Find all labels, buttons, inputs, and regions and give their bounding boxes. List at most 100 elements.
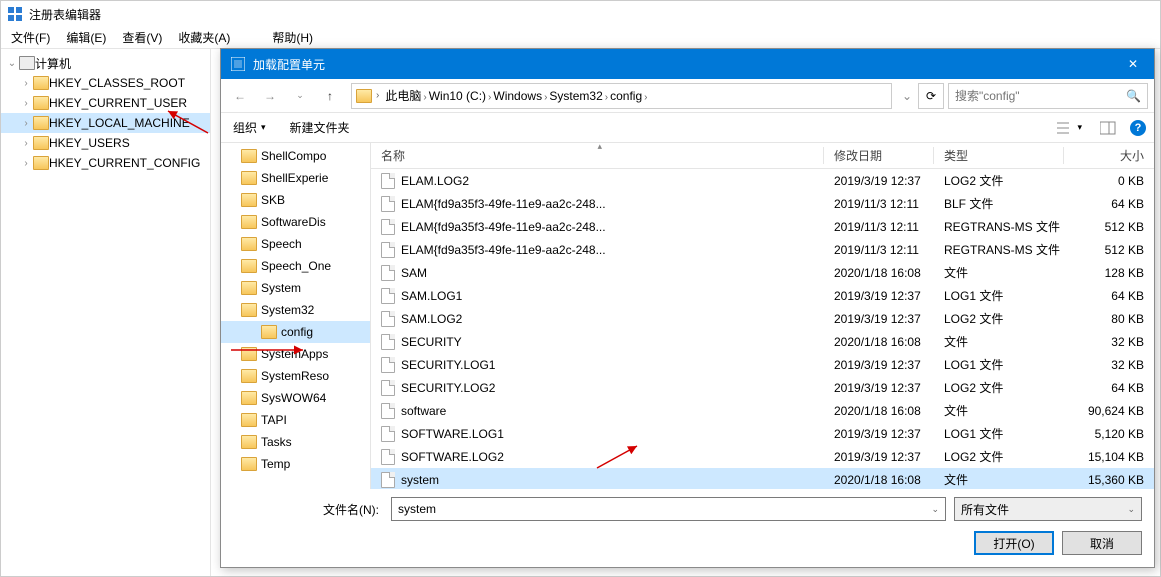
folder-tree-item[interactable]: TAPI xyxy=(221,409,370,431)
refresh-icon: ⟳ xyxy=(926,89,936,103)
refresh-button[interactable]: ⟳ xyxy=(918,83,944,109)
list-body[interactable]: ELAM.LOG2 2019/3/19 12:37 LOG2 文件 0 KB E… xyxy=(371,169,1154,489)
tree-hive[interactable]: ›HKEY_USERS xyxy=(1,133,210,153)
list-header[interactable]: 名称▴ 修改日期 类型 大小 xyxy=(371,143,1154,169)
breadcrumb-item[interactable]: 此电脑 xyxy=(383,89,423,103)
file-date: 2019/11/3 12:11 xyxy=(824,243,934,257)
file-row[interactable]: SECURITY.LOG1 2019/3/19 12:37 LOG1 文件 32… xyxy=(371,353,1154,376)
file-row[interactable]: SECURITY 2020/1/18 16:08 文件 32 KB xyxy=(371,330,1154,353)
nav-back-button[interactable]: ← xyxy=(227,83,253,109)
col-name[interactable]: 名称▴ xyxy=(371,143,824,168)
nav-forward-button[interactable]: → xyxy=(257,83,283,109)
file-size: 512 KB xyxy=(1064,243,1154,257)
folder-tree-item[interactable]: Temp xyxy=(221,453,370,475)
file-date: 2020/1/18 16:08 xyxy=(824,335,934,349)
search-box[interactable]: 🔍 xyxy=(948,83,1148,109)
file-size: 15,104 KB xyxy=(1064,450,1154,464)
tree-hive[interactable]: ›HKEY_CURRENT_CONFIG xyxy=(1,153,210,173)
view-icon xyxy=(1057,121,1073,135)
breadcrumb-item[interactable]: Windows xyxy=(491,89,544,103)
tree-hive[interactable]: ›HKEY_CURRENT_USER xyxy=(1,93,210,113)
chevron-right-icon: › xyxy=(19,158,33,169)
file-type: LOG2 文件 xyxy=(934,310,1064,327)
filetype-select[interactable]: 所有文件 ⌄ xyxy=(954,497,1142,521)
folder-tree-item[interactable]: ShellCompo xyxy=(221,145,370,167)
filename-input[interactable]: system ⌄ xyxy=(391,497,946,521)
file-name: SECURITY.LOG1 xyxy=(401,358,495,372)
folder-tree-item[interactable]: SystemReso xyxy=(221,365,370,387)
arrow-up-icon: ↑ xyxy=(327,89,333,103)
preview-pane-button[interactable] xyxy=(1096,119,1120,137)
file-row[interactable]: ELAM{fd9a35f3-49fe-11e9-aa2c-248... 2019… xyxy=(371,215,1154,238)
file-open-dialog: 加载配置单元 ✕ ← → ⌄ ↑ › 此电脑›Win10 (C:)›Window… xyxy=(220,48,1155,568)
file-row[interactable]: SOFTWARE.LOG1 2019/3/19 12:37 LOG1 文件 5,… xyxy=(371,422,1154,445)
col-date[interactable]: 修改日期 xyxy=(824,143,934,168)
breadcrumb-item[interactable]: Win10 (C:) xyxy=(427,89,488,103)
tree-hive-label: HKEY_LOCAL_MACHINE xyxy=(49,116,190,130)
col-size[interactable]: 大小 xyxy=(1064,143,1154,168)
new-folder-button[interactable]: 新建文件夹 xyxy=(286,117,354,138)
folder-tree-item[interactable]: SystemApps xyxy=(221,343,370,365)
breadcrumb-item[interactable]: config xyxy=(608,89,644,103)
help-button[interactable]: ? xyxy=(1130,120,1146,136)
file-row[interactable]: SOFTWARE.LOG2 2019/3/19 12:37 LOG2 文件 15… xyxy=(371,445,1154,468)
menu-view[interactable]: 查看(V) xyxy=(116,27,168,48)
file-icon xyxy=(381,288,395,304)
view-options-button[interactable]: ▾ xyxy=(1053,119,1086,137)
folder-tree-item[interactable]: Speech xyxy=(221,233,370,255)
folder-icon xyxy=(33,136,49,150)
folder-tree-item[interactable]: Speech_One xyxy=(221,255,370,277)
folder-tree[interactable]: ShellCompoShellExperieSKBSoftwareDisSpee… xyxy=(221,143,371,489)
organize-button[interactable]: 组织 ▾ xyxy=(229,117,270,138)
regedit-tree[interactable]: ⌄ 计算机 ›HKEY_CLASSES_ROOT›HKEY_CURRENT_US… xyxy=(1,49,211,576)
open-button[interactable]: 打开(O) xyxy=(974,531,1054,555)
folder-tree-item[interactable]: ShellExperie xyxy=(221,167,370,189)
col-type[interactable]: 类型 xyxy=(934,143,1064,168)
file-row[interactable]: ELAM{fd9a35f3-49fe-11e9-aa2c-248... 2019… xyxy=(371,238,1154,261)
breadcrumb-item[interactable]: System32 xyxy=(547,89,604,103)
folder-tree-item[interactable]: SKB xyxy=(221,189,370,211)
folder-icon xyxy=(241,215,257,229)
tree-hive[interactable]: ›HKEY_LOCAL_MACHINE xyxy=(1,113,210,133)
folder-tree-item[interactable]: Tasks xyxy=(221,431,370,453)
file-row[interactable]: ELAM.LOG2 2019/3/19 12:37 LOG2 文件 0 KB xyxy=(371,169,1154,192)
dialog-titlebar[interactable]: 加载配置单元 ✕ xyxy=(221,49,1154,79)
menu-help[interactable]: 帮助(H) xyxy=(266,27,319,48)
search-input[interactable] xyxy=(955,89,1120,103)
folder-tree-item[interactable]: System32 xyxy=(221,299,370,321)
file-row[interactable]: SAM.LOG1 2019/3/19 12:37 LOG1 文件 64 KB xyxy=(371,284,1154,307)
file-date: 2019/11/3 12:11 xyxy=(824,197,934,211)
tree-hive[interactable]: ›HKEY_CLASSES_ROOT xyxy=(1,73,210,93)
menu-file[interactable]: 文件(F) xyxy=(5,27,56,48)
folder-icon xyxy=(241,391,257,405)
regedit-titlebar: 注册表编辑器 xyxy=(1,1,1160,27)
cancel-button[interactable]: 取消 xyxy=(1062,531,1142,555)
file-type: LOG1 文件 xyxy=(934,425,1064,442)
file-type: REGTRANS-MS 文件 xyxy=(934,218,1064,235)
folder-tree-item[interactable]: SysWOW64 xyxy=(221,387,370,409)
tree-root[interactable]: ⌄ 计算机 xyxy=(1,53,210,73)
menu-fav[interactable]: 收藏夹(A) xyxy=(172,27,236,48)
nav-recent-button[interactable]: ⌄ xyxy=(287,83,313,109)
breadcrumb[interactable]: › 此电脑›Win10 (C:)›Windows›System32›config… xyxy=(351,83,892,109)
file-type: 文件 xyxy=(934,471,1064,488)
folder-tree-item[interactable]: config xyxy=(221,321,370,343)
close-button[interactable]: ✕ xyxy=(1112,49,1154,79)
folder-icon xyxy=(356,89,372,103)
folder-icon xyxy=(241,457,257,471)
folder-tree-item[interactable]: System xyxy=(221,277,370,299)
file-row[interactable]: software 2020/1/18 16:08 文件 90,624 KB xyxy=(371,399,1154,422)
file-row[interactable]: SAM 2020/1/18 16:08 文件 128 KB xyxy=(371,261,1154,284)
folder-icon xyxy=(241,171,257,185)
file-row[interactable]: SAM.LOG2 2019/3/19 12:37 LOG2 文件 80 KB xyxy=(371,307,1154,330)
file-row[interactable]: system 2020/1/18 16:08 文件 15,360 KB xyxy=(371,468,1154,489)
file-name: system xyxy=(401,473,439,487)
menu-edit[interactable]: 编辑(E) xyxy=(60,27,112,48)
nav-up-button[interactable]: ↑ xyxy=(317,83,343,109)
file-row[interactable]: ELAM{fd9a35f3-49fe-11e9-aa2c-248... 2019… xyxy=(371,192,1154,215)
folder-tree-item[interactable]: SoftwareDis xyxy=(221,211,370,233)
file-row[interactable]: SECURITY.LOG2 2019/3/19 12:37 LOG2 文件 64… xyxy=(371,376,1154,399)
chevron-right-icon: › xyxy=(376,90,379,101)
chevron-down-icon: ⌄ xyxy=(296,90,304,101)
breadcrumb-dropdown[interactable]: ⌄ xyxy=(900,89,914,103)
